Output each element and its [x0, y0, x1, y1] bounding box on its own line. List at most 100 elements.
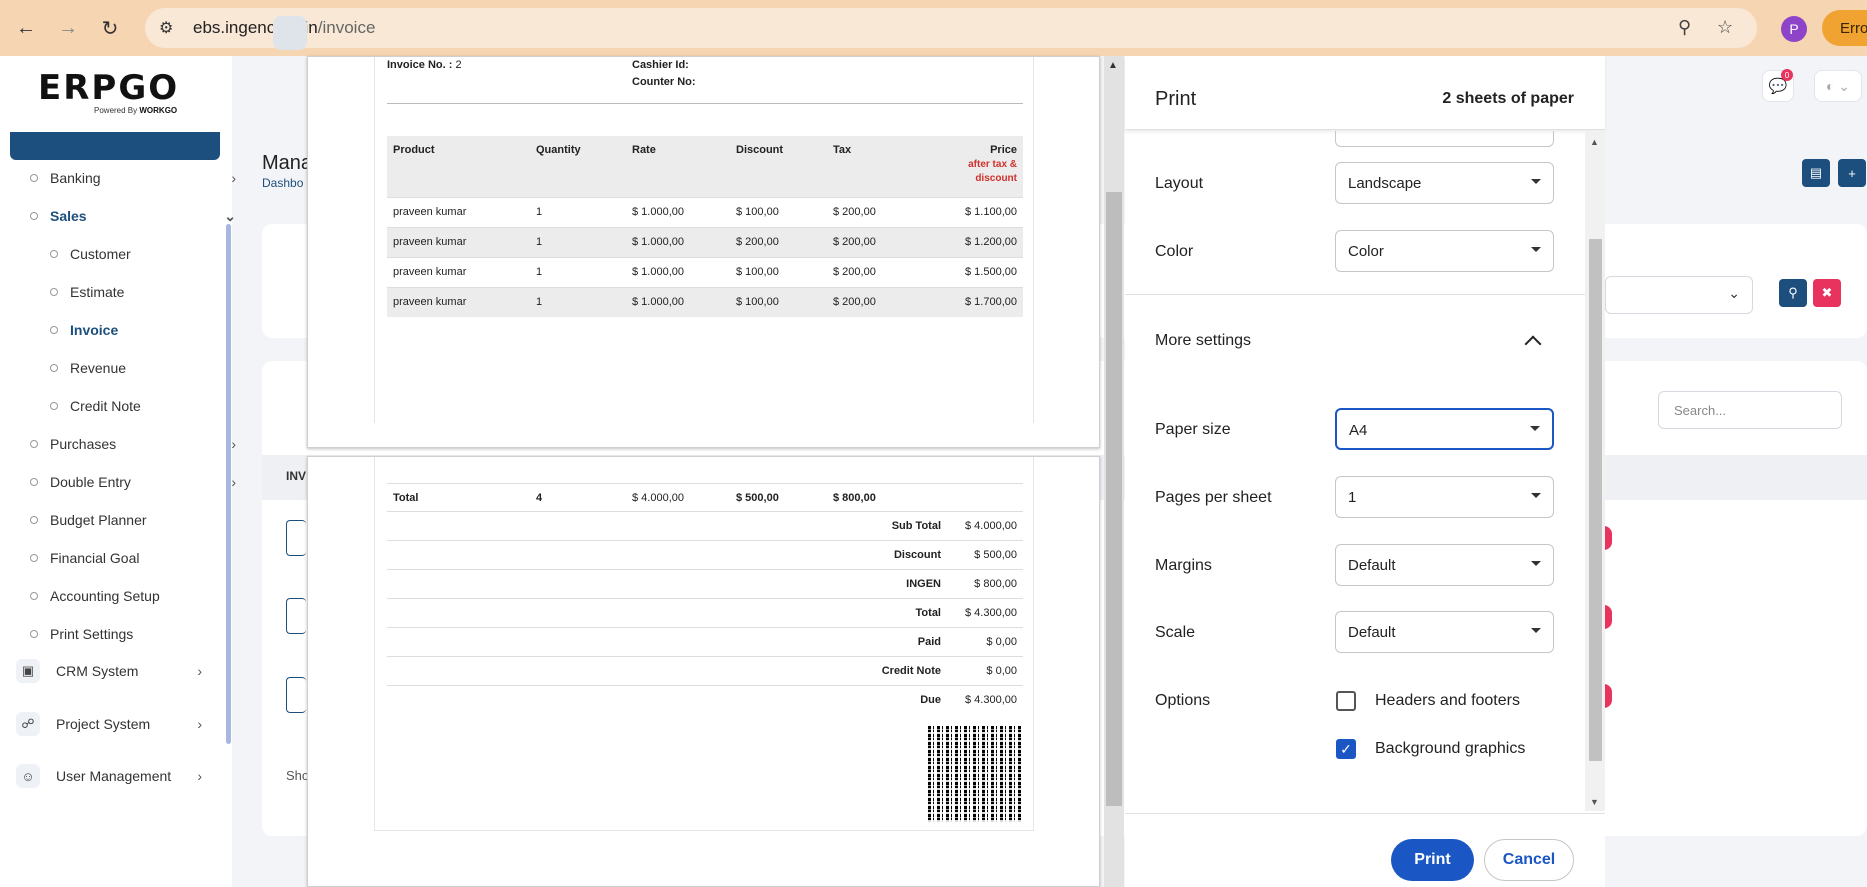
sidebar-item-double-entry[interactable]: Double Entry ›	[30, 467, 250, 497]
back-icon[interactable]: ←	[6, 8, 46, 48]
sidebar-item-sales[interactable]: Sales ⌄	[30, 201, 250, 231]
bookmark-star-icon[interactable]: ☆	[1717, 17, 1733, 38]
summary-row: Total $ 4.300,00	[387, 599, 1023, 628]
sidebar-item-financial-goal[interactable]: Financial Goal	[30, 543, 250, 573]
summary-row: Discount $ 500,00	[387, 541, 1023, 570]
total-label: Total	[393, 492, 419, 504]
logo-text: ERPGO	[38, 68, 180, 108]
cell-product: praveen kumar	[387, 256, 530, 287]
bullet-icon	[30, 630, 38, 638]
bullet-icon	[30, 174, 38, 182]
background-graphics-label[interactable]: Background graphics	[1375, 740, 1525, 758]
sidebar-item-revenue[interactable]: Revenue	[50, 353, 270, 383]
headers-footers-checkbox[interactable]	[1336, 691, 1356, 711]
sidebar-item-accounting-setup[interactable]: Accounting Setup	[30, 581, 250, 611]
total-qty: 4	[536, 492, 543, 504]
logo: ERPGO Powered By WORKGO	[38, 68, 198, 118]
scroll-down-icon[interactable]: ▼	[1590, 797, 1599, 807]
search-input[interactable]: Search...	[1658, 391, 1842, 429]
forward-icon[interactable]: →	[48, 8, 88, 48]
invoice-id-button[interactable]	[286, 598, 306, 634]
cell-quantity: 1	[530, 286, 626, 317]
invoice-id-button[interactable]	[286, 520, 306, 556]
cell-product: praveen kumar	[387, 286, 530, 317]
reload-icon[interactable]: ↻	[90, 8, 130, 48]
summary-row: Credit Note $ 0,00	[387, 657, 1023, 686]
address-bar[interactable]: ⚙ ebs.ingencorp.in/invoice ⚲ ☆	[145, 8, 1757, 48]
scroll-thumb[interactable]	[1106, 192, 1122, 806]
accounting-system-header[interactable]	[10, 132, 220, 160]
reset-icon[interactable]: ✖	[1813, 279, 1841, 307]
export-icon[interactable]: ▤	[1802, 159, 1830, 187]
sidebar-item-project-system[interactable]: ☍ Project System ›	[16, 709, 216, 739]
scroll-up-icon[interactable]: ▲	[1590, 137, 1599, 147]
col-tax: Tax	[833, 144, 852, 156]
margins-select[interactable]: Default	[1335, 544, 1554, 586]
profile-avatar[interactable]: P	[1781, 16, 1807, 42]
breadcrumb[interactable]: Dashbo	[262, 176, 303, 190]
zoom-icon[interactable]: ⚲	[1678, 17, 1691, 38]
bullet-icon	[30, 440, 38, 448]
bullet-icon	[50, 326, 58, 334]
caret-down-icon	[1530, 426, 1540, 431]
destination-select-fragment[interactable]	[1335, 131, 1554, 147]
margins-label: Margins	[1155, 557, 1212, 574]
chevron-up-icon[interactable]	[1524, 335, 1542, 353]
sidebar-item-user-management[interactable]: ☺ User Management ›	[16, 761, 216, 791]
table-row: praveen kumar 1 $ 1.000,00 $ 100,00 $ 200,00…	[387, 286, 1023, 317]
user-avatar[interactable]	[273, 16, 307, 50]
search-icon[interactable]: ⚲	[1779, 279, 1807, 307]
sidebar-item-customer[interactable]: Customer	[50, 239, 270, 269]
layout-select[interactable]: Landscape	[1335, 162, 1554, 204]
error-pill[interactable]: Error	[1822, 10, 1867, 46]
scroll-up-icon[interactable]: ▲	[1108, 60, 1118, 71]
sidebar-item-invoice[interactable]: Invoice	[50, 315, 270, 345]
total-discount: $ 500,00	[736, 492, 779, 504]
background-graphics-checkbox[interactable]: ✓	[1336, 739, 1356, 759]
sidebar-item-purchases[interactable]: Purchases ›	[30, 429, 250, 459]
sidebar-item-crm-system[interactable]: ▣ CRM System ›	[16, 656, 216, 686]
color-select[interactable]: Color	[1335, 230, 1554, 272]
table-row: praveen kumar 1 $ 1.000,00 $ 100,00 $ 200,00…	[387, 256, 1023, 287]
notification-bell-icon[interactable]: 💬 0	[1762, 69, 1794, 102]
chevron-right-icon: ›	[197, 663, 202, 679]
sidebar-item-estimate[interactable]: Estimate	[50, 277, 270, 307]
paper-size-select[interactable]: A4	[1335, 408, 1554, 450]
chevron-down-icon: ⌄	[1728, 285, 1740, 301]
scroll-thumb[interactable]	[1589, 239, 1602, 761]
preview-scrollbar[interactable]: ▲	[1104, 56, 1124, 887]
print-dialog-title: Print	[1155, 88, 1197, 110]
cell-tax: $ 200,00	[827, 196, 927, 227]
cell-discount: $ 200,00	[730, 226, 827, 257]
caret-down-icon	[1531, 561, 1541, 566]
pages-per-sheet-select[interactable]: 1	[1335, 476, 1554, 518]
site-settings-icon[interactable]: ⚙	[159, 18, 183, 38]
cancel-button[interactable]: Cancel	[1484, 839, 1574, 881]
table-row: praveen kumar 1 $ 1.000,00 $ 200,00 $ 200,00…	[387, 226, 1023, 257]
sidebar-item-print-settings[interactable]: Print Settings	[30, 619, 250, 649]
scale-select[interactable]: Default	[1335, 611, 1554, 653]
cell-price: $ 1.100,00	[927, 196, 1023, 227]
cell-quantity: 1	[530, 196, 626, 227]
cell-discount: $ 100,00	[730, 256, 827, 287]
print-button[interactable]: Print	[1391, 839, 1474, 881]
status-select[interactable]: ⌄	[1605, 276, 1753, 314]
show-entries-label: Sho	[286, 768, 310, 783]
invoice-id-button[interactable]	[286, 677, 306, 713]
cell-quantity: 1	[530, 226, 626, 257]
headers-footers-label[interactable]: Headers and footers	[1375, 692, 1520, 710]
dialog-scrollbar[interactable]: ▲ ▼	[1585, 131, 1605, 811]
print-dialog-header: Print 2 sheets of paper	[1125, 56, 1605, 130]
share-icon: ☍	[16, 712, 40, 736]
col-price: Price after tax & discount	[968, 144, 1017, 184]
more-settings-toggle[interactable]: More settings	[1155, 332, 1251, 350]
sidebar-item-banking[interactable]: Banking ›	[30, 163, 250, 193]
bullet-icon	[30, 212, 38, 220]
summary-row: INGEN $ 800,00	[387, 570, 1023, 599]
sidebar: ERPGO Powered By WORKGO Banking › Sales ⌄ …	[0, 56, 236, 887]
add-icon[interactable]: +	[1838, 159, 1866, 187]
sidebar-item-credit-note[interactable]: Credit Note	[50, 391, 270, 421]
sidebar-item-budget-planner[interactable]: Budget Planner	[30, 505, 250, 535]
caret-down-icon	[1531, 628, 1541, 633]
language-globe-icon[interactable]: ◐ ⌄	[1814, 70, 1862, 102]
